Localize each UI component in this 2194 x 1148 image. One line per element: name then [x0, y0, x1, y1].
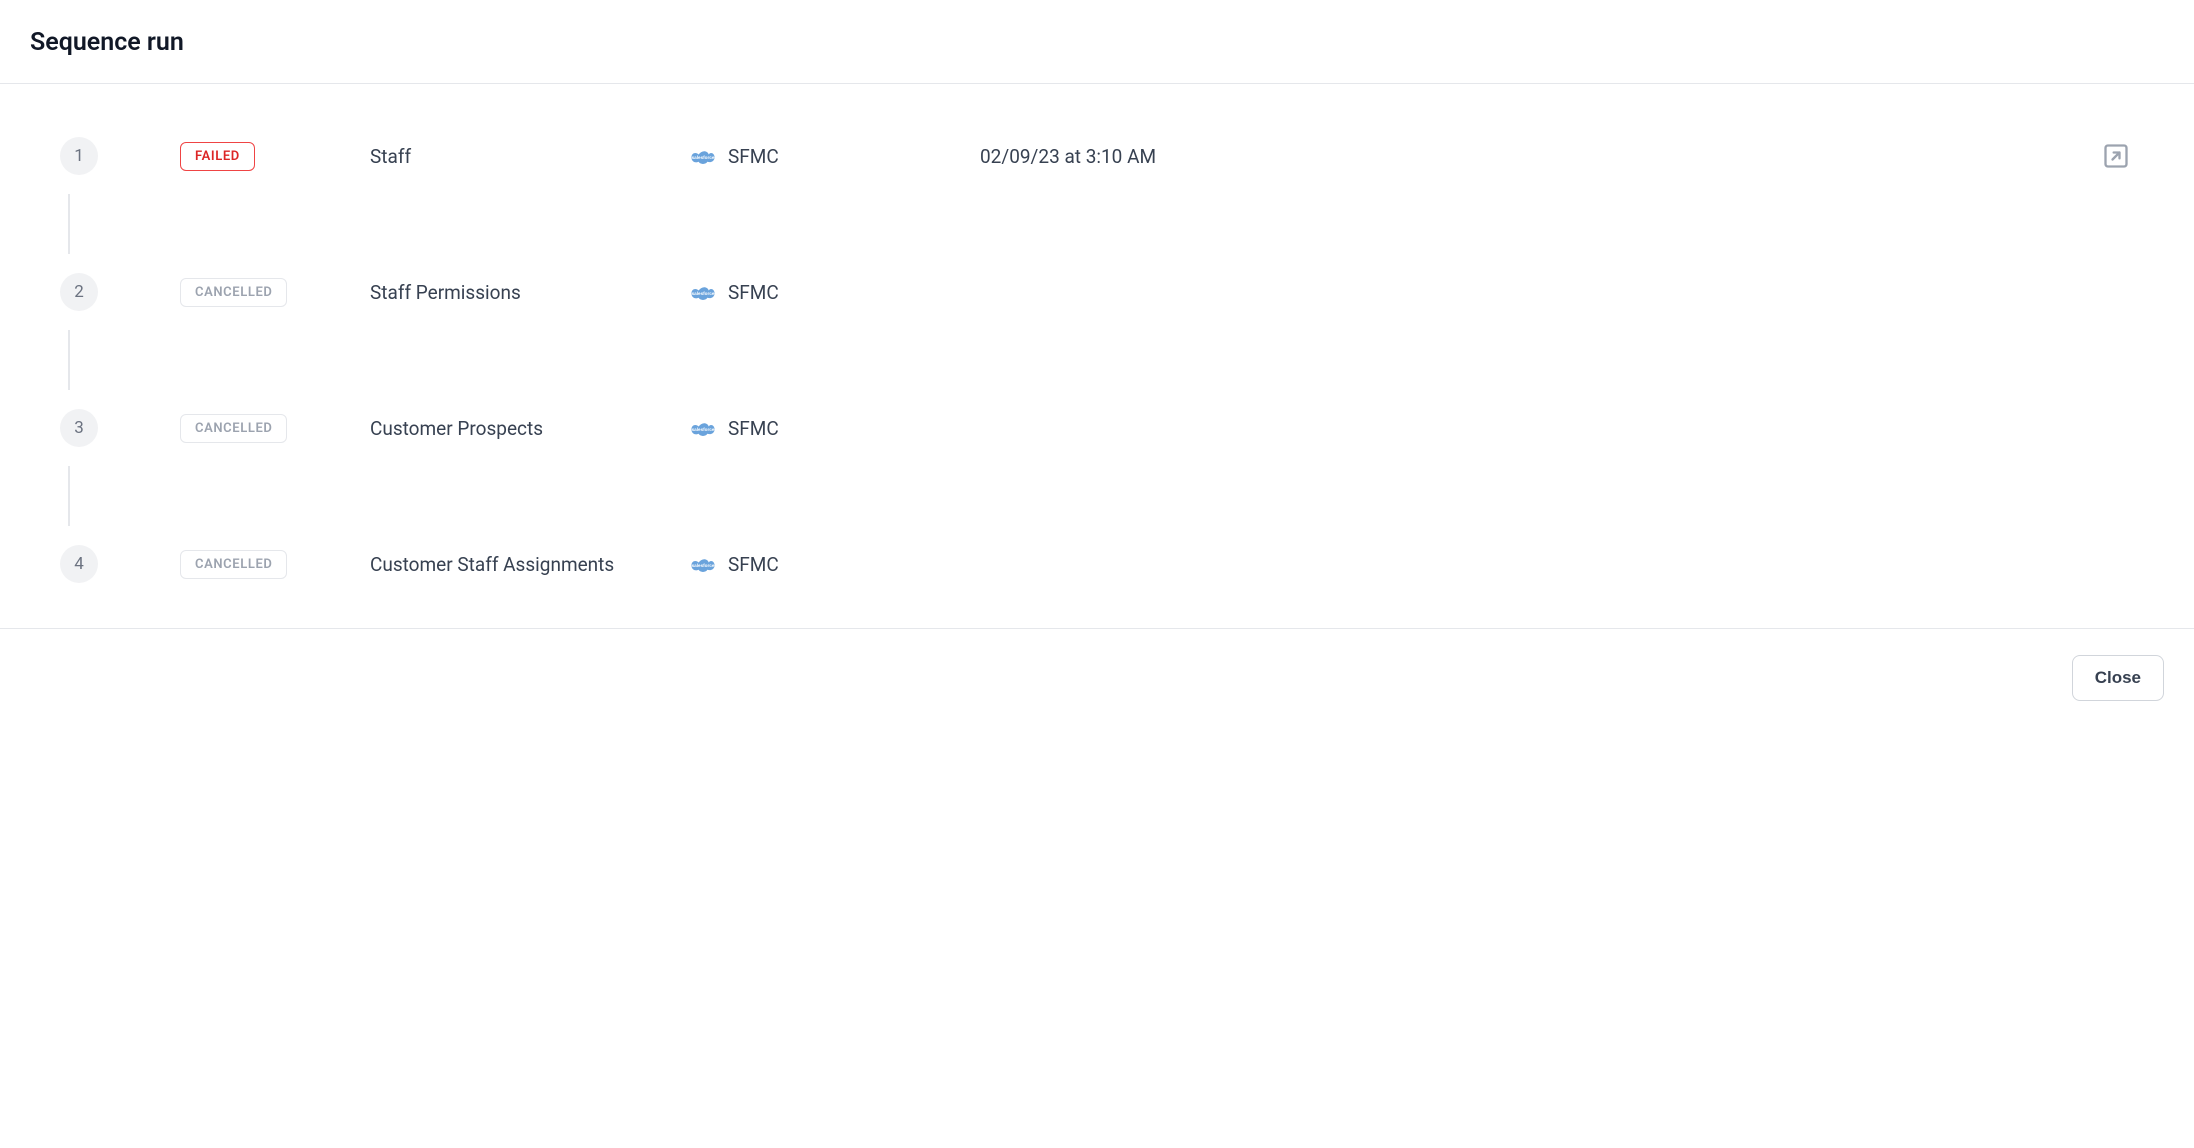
step-number-badge: 4	[60, 545, 98, 583]
sequence-step-row: 4 CANCELLED Customer Staff Assignments SFMC	[60, 540, 2134, 588]
dialog-header: Sequence run	[0, 0, 2194, 84]
step-destination: SFMC	[690, 417, 980, 440]
status-badge: CANCELLED	[180, 550, 287, 579]
step-destination: SFMC	[690, 281, 980, 304]
step-name: Customer Staff Assignments	[370, 553, 690, 576]
step-name: Customer Prospects	[370, 417, 690, 440]
step-connector-line	[68, 330, 70, 390]
step-number-badge: 3	[60, 409, 98, 447]
destination-label: SFMC	[728, 145, 779, 168]
sequence-steps-list: 1 FAILED Staff SFMC 02/09/23 at 3:10 AM 2 CANC…	[0, 84, 2194, 628]
page-title: Sequence run	[30, 28, 2164, 57]
status-badge: CANCELLED	[180, 414, 287, 443]
open-external-icon[interactable]	[2102, 142, 2130, 170]
destination-label: SFMC	[728, 553, 779, 576]
destination-label: SFMC	[728, 281, 779, 304]
close-button[interactable]: Close	[2072, 655, 2164, 701]
sequence-step-row: 3 CANCELLED Customer Prospects SFMC	[60, 404, 2134, 452]
sequence-step-row: 2 CANCELLED Staff Permissions SFMC	[60, 268, 2134, 316]
sequence-step-row: 1 FAILED Staff SFMC 02/09/23 at 3:10 AM	[60, 132, 2134, 180]
dialog-footer: Close	[0, 628, 2194, 727]
step-timestamp: 02/09/23 at 3:10 AM	[980, 145, 2074, 168]
step-name: Staff	[370, 145, 690, 168]
step-connector-line	[68, 466, 70, 526]
step-number-badge: 1	[60, 137, 98, 175]
salesforce-cloud-icon	[690, 283, 716, 301]
step-destination: SFMC	[690, 553, 980, 576]
destination-label: SFMC	[728, 417, 779, 440]
salesforce-cloud-icon	[690, 147, 716, 165]
status-badge: CANCELLED	[180, 278, 287, 307]
step-number-badge: 2	[60, 273, 98, 311]
salesforce-cloud-icon	[690, 419, 716, 437]
status-badge: FAILED	[180, 142, 255, 171]
step-connector-line	[68, 194, 70, 254]
salesforce-cloud-icon	[690, 555, 716, 573]
step-name: Staff Permissions	[370, 281, 690, 304]
step-destination: SFMC	[690, 145, 980, 168]
